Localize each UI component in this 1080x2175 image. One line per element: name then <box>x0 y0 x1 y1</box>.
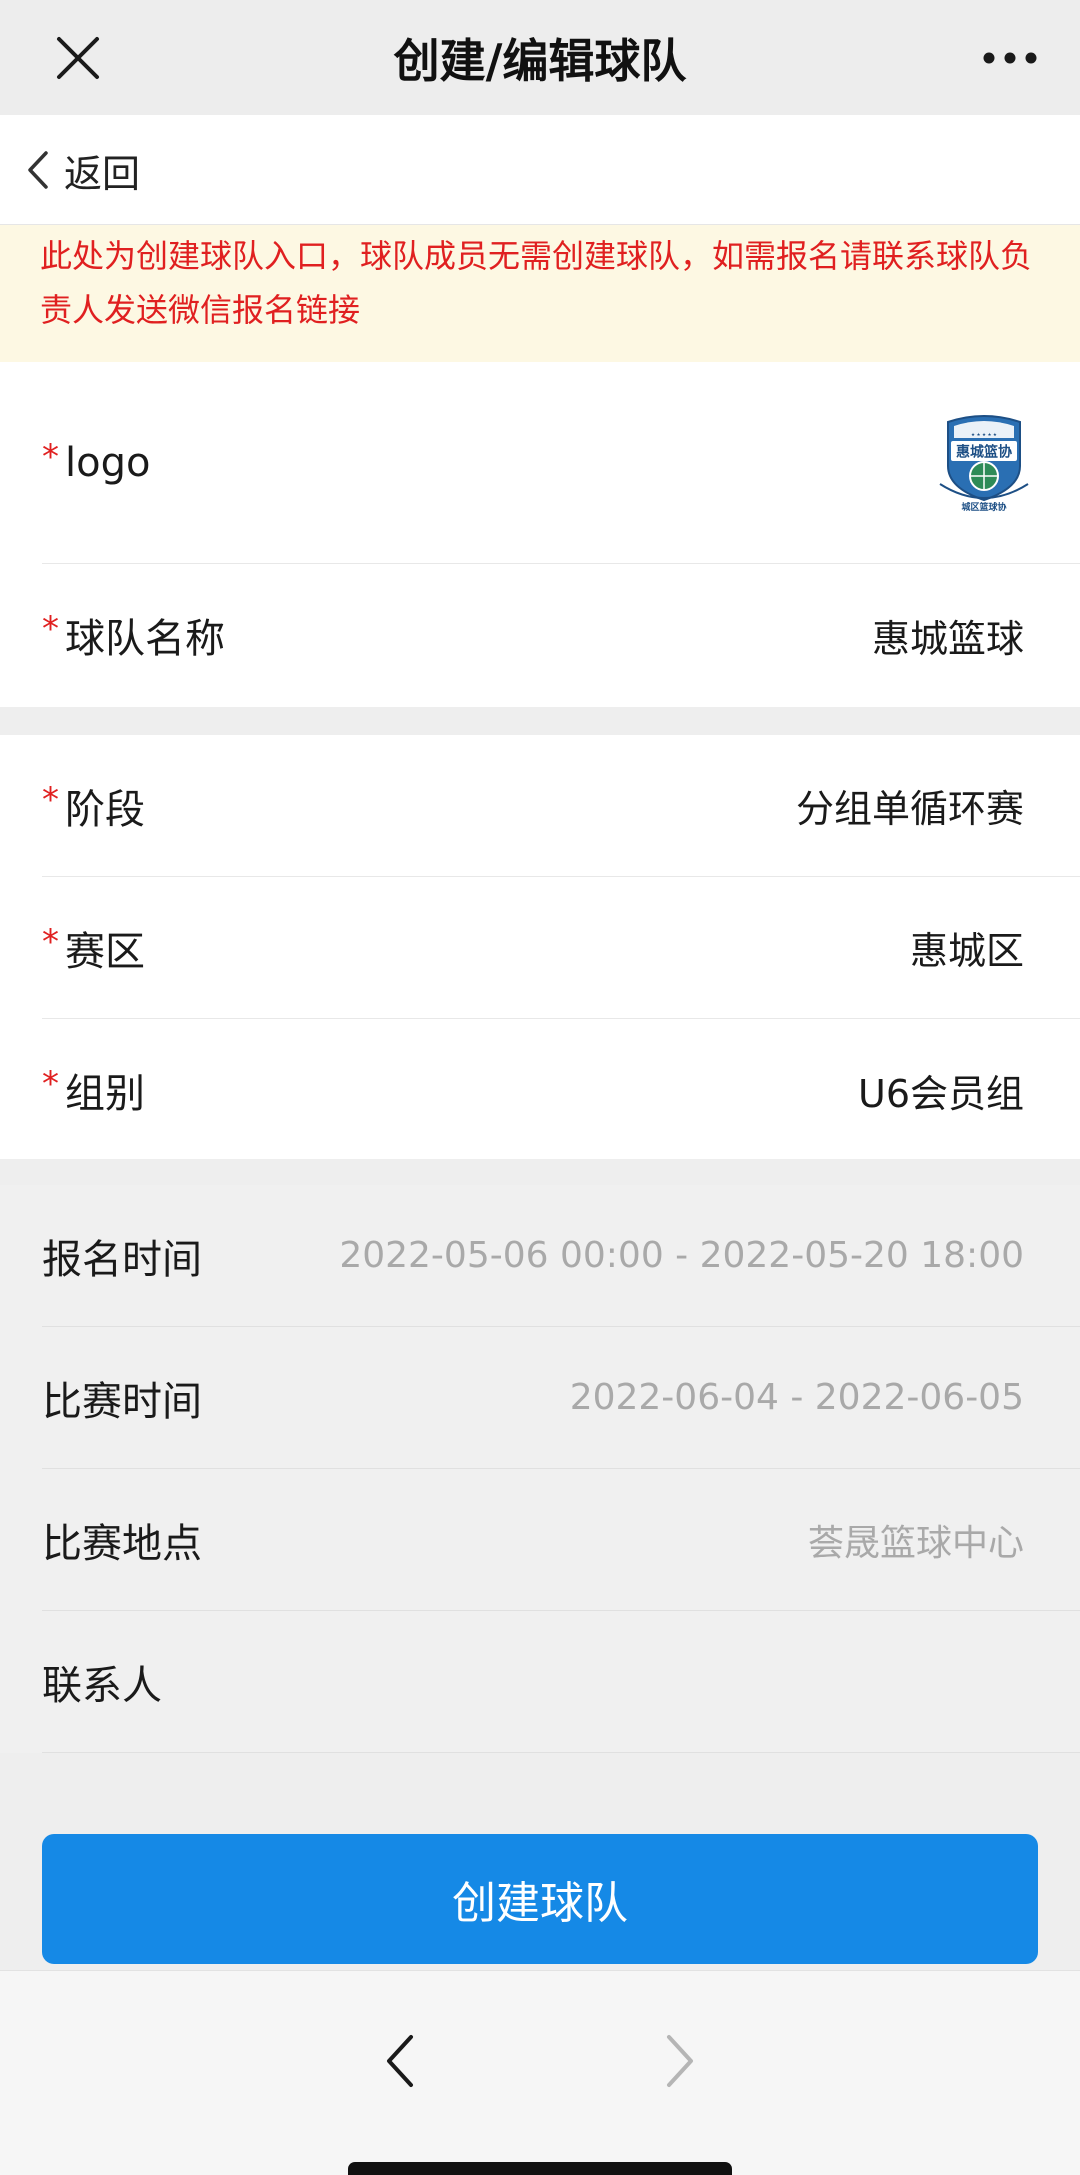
nav-forward-button[interactable] <box>630 2011 730 2111</box>
team-basic-section: * logo ★ ★ ★ ★ ★ 惠城篮协 城区篮球协 * 球队名称 惠城篮球 <box>0 362 1080 707</box>
match-info-section: 报名时间 2022-05-06 00:00 - 2022-05-20 18:00… <box>0 1185 1080 1753</box>
required-mark: * <box>42 779 59 820</box>
page-title: 创建/编辑球队 <box>393 33 687 88</box>
registration-time-value: 2022-05-06 00:00 - 2022-05-20 18:00 <box>339 1235 1024 1276</box>
stage-value: 分组单循环赛 <box>795 787 1024 831</box>
contact-row[interactable]: 联系人 <box>42 1611 1080 1753</box>
division-label: 赛区 <box>65 928 145 975</box>
team-name-value: 惠城篮球 <box>871 616 1024 661</box>
registration-time-row: 报名时间 2022-05-06 00:00 - 2022-05-20 18:00 <box>42 1185 1080 1327</box>
division-value: 惠城区 <box>909 929 1024 973</box>
required-mark: * <box>42 921 59 962</box>
create-team-button[interactable]: 创建球队 <box>42 1834 1038 1964</box>
logo-label: logo <box>65 439 151 486</box>
notice-banner: 此处为创建球队入口，球队成员无需创建球队，如需报名请联系球队负责人发送微信报名链… <box>0 225 1080 362</box>
chevron-left-icon <box>387 2035 413 2087</box>
team-name-row[interactable]: * 球队名称 惠城篮球 <box>42 564 1080 706</box>
contact-label: 联系人 <box>42 1662 162 1709</box>
more-button[interactable] <box>970 25 1050 91</box>
venue-label: 比赛地点 <box>42 1520 202 1567</box>
chevron-left-icon <box>28 151 48 189</box>
venue-value: 荟晟篮球中心 <box>807 1522 1024 1564</box>
registration-time-label: 报名时间 <box>42 1236 202 1283</box>
match-time-label: 比赛时间 <box>42 1378 202 1425</box>
team-logo-image[interactable]: ★ ★ ★ ★ ★ 惠城篮协 城区篮球协 <box>934 408 1034 518</box>
title-bar: 创建/编辑球队 <box>0 0 1080 115</box>
svg-text:★ ★ ★ ★ ★: ★ ★ ★ ★ ★ <box>971 432 997 438</box>
home-indicator <box>348 2162 732 2175</box>
required-mark: * <box>42 609 59 649</box>
logo-top-text: 惠城篮协 <box>956 443 1012 460</box>
group-label: 组别 <box>65 1071 145 1117</box>
logo-bottom-text: 城区篮球协 <box>961 501 1006 513</box>
stage-label: 阶段 <box>65 786 145 833</box>
logo-row[interactable]: * logo ★ ★ ★ ★ ★ 惠城篮协 城区篮球协 <box>42 362 1080 564</box>
back-label: 返回 <box>64 151 141 196</box>
match-time-value: 2022-06-04 - 2022-06-05 <box>569 1377 1024 1418</box>
chevron-right-icon <box>667 2035 693 2087</box>
required-mark: * <box>42 436 59 477</box>
back-row: 返回 <box>0 115 1080 225</box>
group-row[interactable]: * 组别 U6会员组 <box>42 1019 1080 1161</box>
close-icon <box>57 37 99 79</box>
match-time-row: 比赛时间 2022-06-04 - 2022-06-05 <box>42 1327 1080 1469</box>
required-mark: * <box>42 1064 59 1104</box>
group-value: U6会员组 <box>858 1071 1024 1116</box>
bottom-nav-bar <box>0 1970 1080 2175</box>
venue-row: 比赛地点 荟晟篮球中心 <box>42 1469 1080 1611</box>
division-row[interactable]: * 赛区 惠城区 <box>42 877 1080 1019</box>
close-button[interactable] <box>40 20 116 96</box>
nav-back-button[interactable] <box>350 2011 450 2111</box>
stage-row[interactable]: * 阶段 分组单循环赛 <box>42 735 1080 877</box>
more-dots-icon <box>983 52 1037 64</box>
back-button[interactable]: 返回 <box>14 133 152 207</box>
competition-section: * 阶段 分组单循环赛 * 赛区 惠城区 * 组别 U6会员组 <box>0 735 1080 1159</box>
team-name-label: 球队名称 <box>65 616 225 662</box>
